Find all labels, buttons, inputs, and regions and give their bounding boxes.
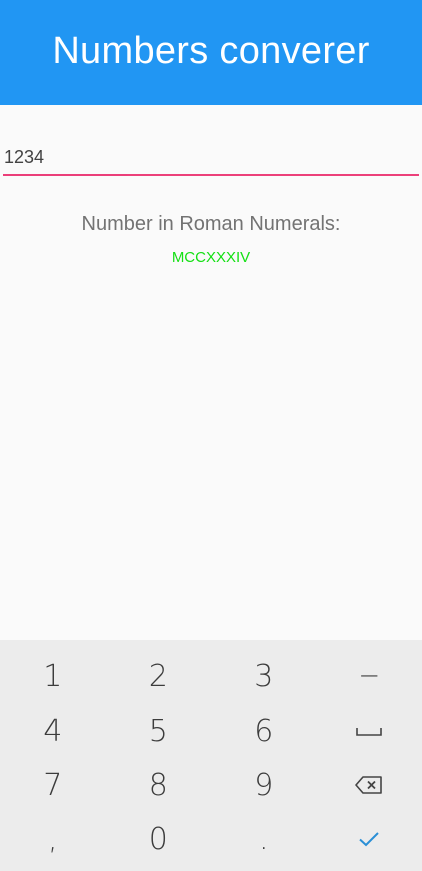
backspace-key[interactable] [317, 758, 422, 812]
app-bar: Numbers converer [0, 0, 422, 105]
result-label: Number in Roman Numerals: [81, 213, 341, 235]
key-minus[interactable]: − [317, 649, 422, 703]
keyboard-row-4: , 0 . [0, 812, 422, 866]
app-screen: Numbers converer Number in Roman Numeral… [0, 0, 422, 871]
number-input[interactable] [3, 140, 420, 174]
key-6[interactable]: 6 [211, 704, 317, 758]
key-0[interactable]: 0 [106, 812, 212, 866]
key-comma[interactable]: , [0, 812, 106, 866]
key-8[interactable]: 8 [106, 758, 212, 812]
space-key[interactable] [317, 704, 422, 758]
keyboard-row-1: 1 2 3 − [0, 649, 422, 703]
key-1[interactable]: 1 [0, 649, 106, 703]
keyboard-row-3: 7 8 9 [0, 758, 422, 812]
keyboard-row-2: 4 5 6 [0, 704, 422, 758]
done-key[interactable] [317, 812, 422, 866]
app-title: Numbers converer [52, 30, 370, 72]
key-4[interactable]: 4 [0, 704, 106, 758]
key-7[interactable]: 7 [0, 758, 106, 812]
key-9[interactable]: 9 [211, 758, 317, 812]
space-icon [356, 728, 383, 736]
key-3[interactable]: 3 [211, 649, 317, 703]
key-5[interactable]: 5 [106, 704, 212, 758]
key-period[interactable]: . [211, 812, 317, 866]
numeric-keyboard: 1 2 3 − 4 5 6 7 8 9 , 0 . [0, 640, 422, 871]
checkmark-icon [359, 832, 379, 847]
roman-numeral-result: MCCXXXIV [171, 249, 251, 266]
backspace-icon [355, 776, 383, 794]
number-input-container[interactable] [3, 140, 420, 176]
key-2[interactable]: 2 [106, 649, 212, 703]
